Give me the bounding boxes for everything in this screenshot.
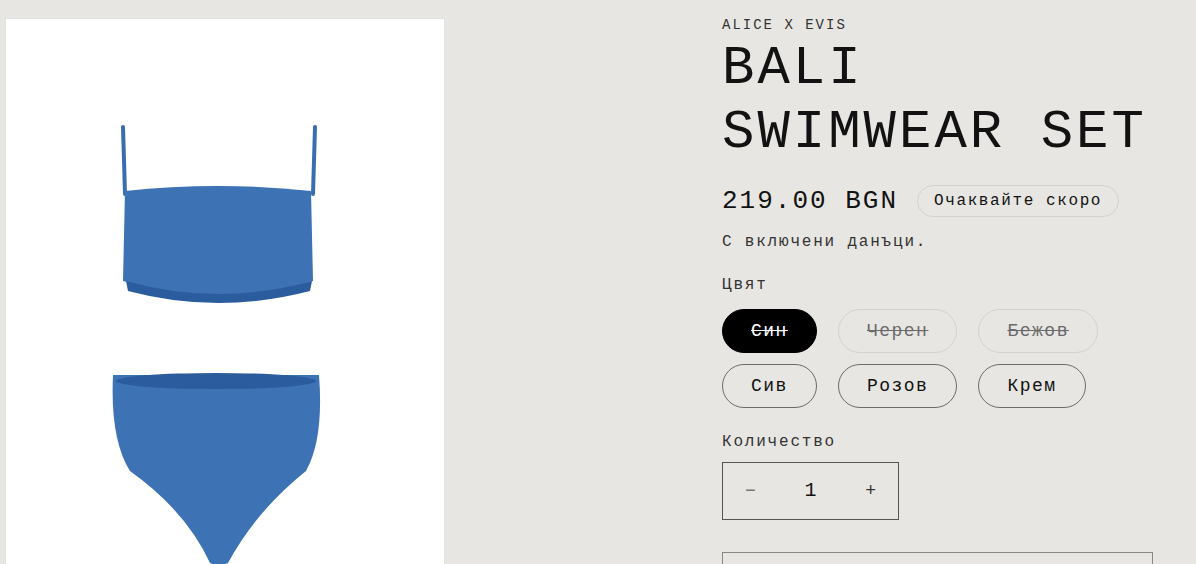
product-image[interactable] [5, 18, 445, 564]
decrement-button[interactable]: − [743, 478, 758, 505]
price: 219.00 BGN [722, 185, 898, 217]
price-row: 219.00 BGN Очаквайте скоро [722, 185, 1153, 217]
color-option[interactable]: Черен [838, 309, 958, 353]
swimwear-illustration-icon [6, 19, 444, 564]
quantity-input[interactable] [791, 476, 831, 506]
product-page: ALICE X EVIS BALISWIMWEAR SET 219.00 BGN Оч… [0, 0, 1196, 564]
color-option[interactable]: Сив [722, 364, 817, 408]
color-option[interactable]: Син [722, 309, 817, 353]
color-label: Цвят [722, 275, 1153, 295]
color-option[interactable]: Розов [838, 364, 958, 408]
product-title: BALISWIMWEAR SET [722, 37, 1153, 165]
color-option[interactable]: Бежов [978, 309, 1098, 353]
brand-label: ALICE X EVIS [722, 17, 1153, 33]
quantity-label: Количество [722, 432, 1153, 452]
add-to-cart-button[interactable] [722, 552, 1153, 564]
status-badge: Очаквайте скоро [917, 185, 1119, 217]
media-column [0, 0, 722, 564]
increment-button[interactable]: + [863, 478, 878, 505]
title-line: SWIMWEAR SET [722, 101, 1153, 165]
title-line: BALI [722, 37, 1153, 101]
color-options: Син Черен Бежов Сив Розов Крем [722, 309, 1122, 408]
color-option[interactable]: Крем [978, 364, 1085, 408]
product-info: ALICE X EVIS BALISWIMWEAR SET 219.00 BGN Оч… [722, 0, 1153, 564]
quantity-stepper: −+ [722, 462, 899, 520]
tax-note: С включени данъци. [722, 232, 1153, 252]
